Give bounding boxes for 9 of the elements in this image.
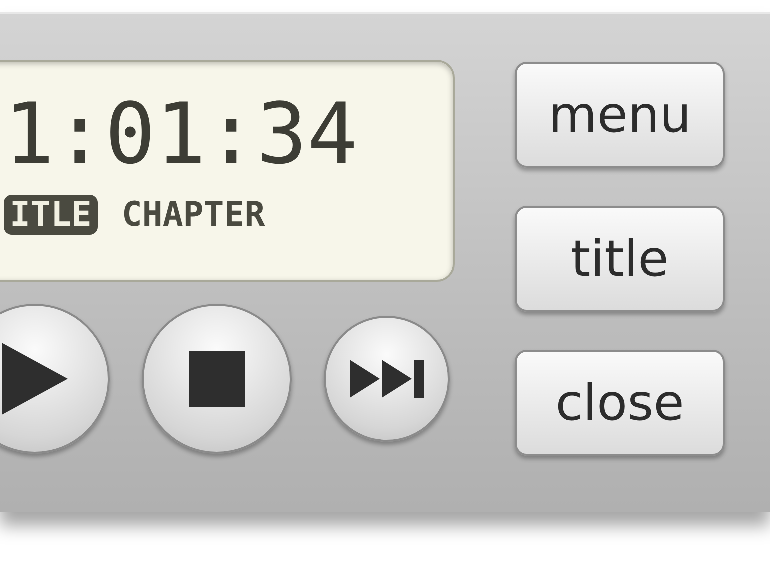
mode-label: ITLE [4, 194, 98, 235]
menu-button[interactable]: menu [515, 62, 725, 168]
mode-label: CHAPTER [120, 194, 266, 235]
time-readout: 1:01:34 [4, 84, 358, 185]
skip-forward-icon [350, 360, 424, 398]
menu-button[interactable]: close [515, 350, 725, 456]
play-icon [2, 343, 68, 415]
stop-icon [189, 351, 245, 407]
menu-button[interactable]: title [515, 206, 725, 312]
